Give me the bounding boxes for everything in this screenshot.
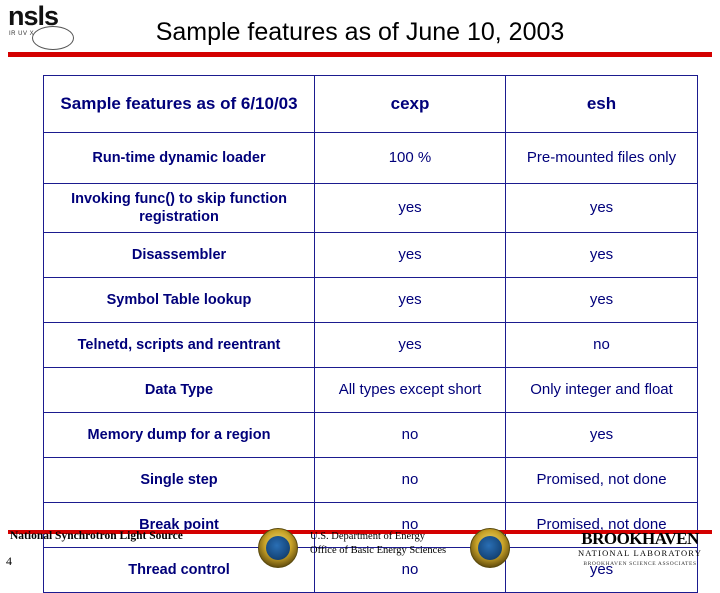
column-header-esh: esh xyxy=(505,75,698,133)
cell-feature: Invoking func() to skip function registr… xyxy=(43,183,315,233)
table-row: Run-time dynamic loader 100 % Pre-mounte… xyxy=(43,132,698,184)
footer-agency-line1: U.S. Department of Energy xyxy=(310,531,425,542)
brookhaven-logo: BROOKHAVEN NATIONAL LABORATORY BROOKHAVE… xyxy=(568,529,712,568)
cell-esh: no xyxy=(505,322,698,368)
cell-feature: Single step xyxy=(43,457,315,503)
cell-feature: Run-time dynamic loader xyxy=(43,132,315,184)
cell-feature: Symbol Table lookup xyxy=(43,277,315,323)
brookhaven-sublabel: NATIONAL LABORATORY xyxy=(577,548,703,558)
cell-esh: Only integer and float xyxy=(505,367,698,413)
footer-agency: U.S. Department of Energy Office of Basi… xyxy=(310,530,446,558)
page-number: 4 xyxy=(6,554,12,568)
cell-cexp: no xyxy=(314,457,506,503)
cell-cexp: yes xyxy=(314,322,506,368)
cell-cexp: 100 % xyxy=(314,132,506,184)
table-header-row: Sample features as of 6/10/03 cexp esh xyxy=(43,75,698,133)
cell-cexp: All types except short xyxy=(314,367,506,413)
cell-cexp: yes xyxy=(314,183,506,233)
table-row: Single step no Promised, not done xyxy=(43,457,698,503)
cell-esh: yes xyxy=(505,183,698,233)
table-row: Memory dump for a region no yes xyxy=(43,412,698,458)
column-header-feature: Sample features as of 6/10/03 xyxy=(43,75,315,133)
table-row: Telnetd, scripts and reentrant yes no xyxy=(43,322,698,368)
brookhaven-tagline: BROOKHAVEN SCIENCE ASSOCIATES xyxy=(583,561,697,567)
cell-cexp: yes xyxy=(314,232,506,278)
footer-agency-line2: Office of Basic Energy Sciences xyxy=(310,545,447,556)
column-header-cexp: cexp xyxy=(314,75,506,133)
cell-esh: yes xyxy=(505,277,698,323)
feature-table-container: Sample features as of 6/10/03 cexp esh R… xyxy=(43,75,698,593)
table-row: Disassembler yes yes xyxy=(43,232,698,278)
cell-esh: Promised, not done xyxy=(505,457,698,503)
doe-seal-icon xyxy=(258,528,298,568)
table-row: Symbol Table lookup yes yes xyxy=(43,277,698,323)
brookhaven-name: BROOKHAVEN xyxy=(581,529,699,548)
cell-esh: Pre-mounted files only xyxy=(505,132,698,184)
cell-feature: Data Type xyxy=(43,367,315,413)
cell-esh: yes xyxy=(505,232,698,278)
cell-feature: Memory dump for a region xyxy=(43,412,315,458)
table-row: Invoking func() to skip function registr… xyxy=(43,183,698,233)
cell-esh: yes xyxy=(505,412,698,458)
cell-feature: Disassembler xyxy=(43,232,315,278)
header-divider xyxy=(8,52,712,57)
bnl-seal-icon xyxy=(470,528,510,568)
feature-table: Sample features as of 6/10/03 cexp esh R… xyxy=(43,75,698,593)
footer-organization: National Synchrotron Light Source xyxy=(10,530,183,542)
cell-cexp: no xyxy=(314,412,506,458)
cell-feature: Telnetd, scripts and reentrant xyxy=(43,322,315,368)
doe-seal-inner xyxy=(266,536,290,560)
bnl-seal-inner xyxy=(478,536,502,560)
page-title: Sample features as of June 10, 2003 xyxy=(155,18,565,46)
cell-cexp: yes xyxy=(314,277,506,323)
table-row: Data Type All types except short Only in… xyxy=(43,367,698,413)
